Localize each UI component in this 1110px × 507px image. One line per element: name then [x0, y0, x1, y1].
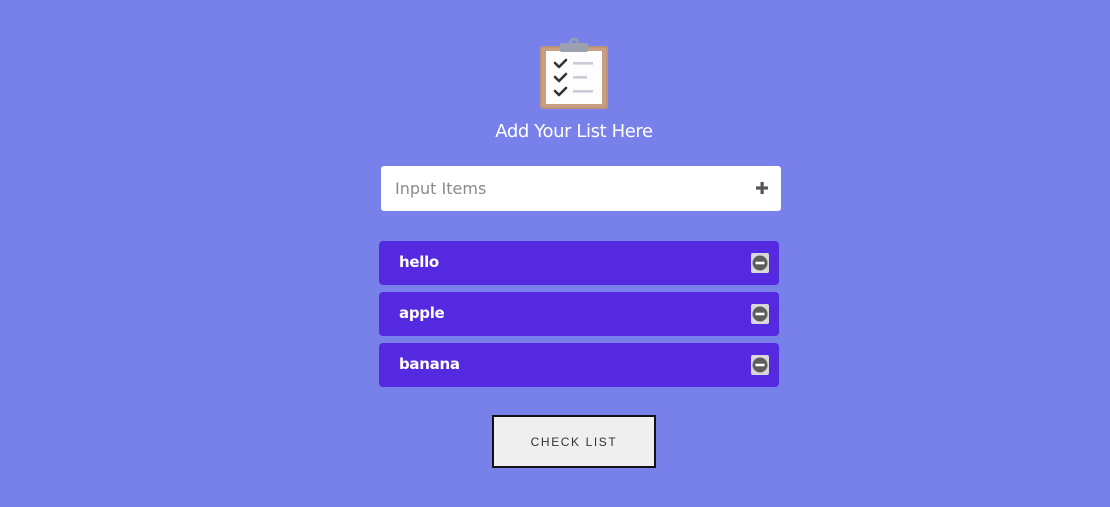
- minus-circle-icon[interactable]: [751, 355, 769, 375]
- check-list-button[interactable]: CHECK LIST: [492, 415, 656, 468]
- clipboard-checklist-icon: [538, 37, 610, 110]
- list-item: hello: [379, 241, 779, 285]
- list-item: banana: [379, 343, 779, 387]
- page-title: Add Your List Here: [495, 121, 653, 142]
- list-item-label: banana: [399, 355, 460, 373]
- item-input-container: [381, 166, 781, 211]
- plus-icon[interactable]: [753, 179, 771, 197]
- list-item-label: hello: [399, 253, 439, 271]
- todo-app: Add Your List Here hello apple: [0, 0, 1110, 507]
- item-list: hello apple banana: [379, 241, 779, 394]
- minus-circle-icon[interactable]: [751, 253, 769, 273]
- minus-circle-icon[interactable]: [751, 304, 769, 324]
- list-item: apple: [379, 292, 779, 336]
- item-input[interactable]: [381, 166, 741, 211]
- list-item-label: apple: [399, 304, 445, 322]
